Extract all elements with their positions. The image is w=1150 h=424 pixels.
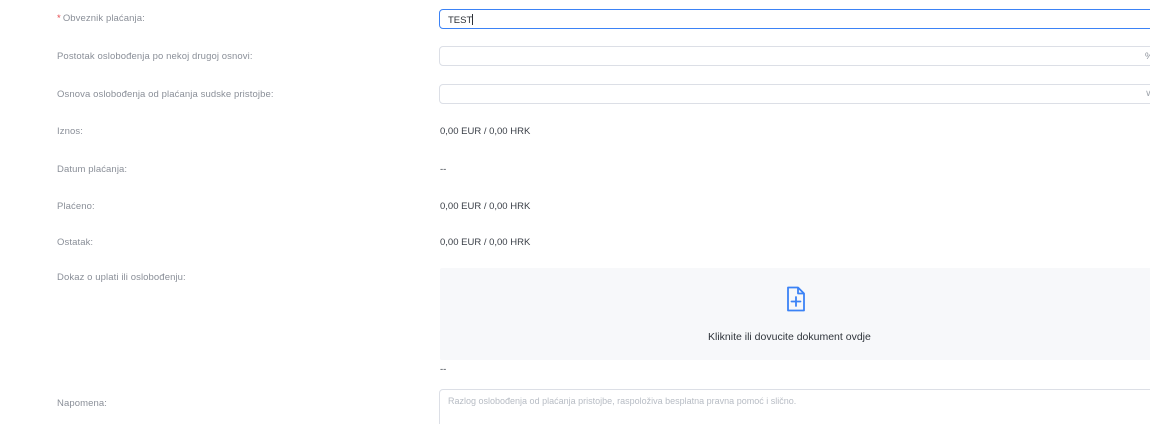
text-caret (472, 14, 474, 25)
paid-label: Plaćeno: (57, 201, 95, 212)
chevron-down-icon: ∨ (1145, 88, 1150, 98)
payment-date-value: -- (440, 164, 447, 175)
exemption-basis-select[interactable]: ∨ (439, 84, 1150, 104)
percent-suffix: % (1145, 51, 1150, 62)
file-add-icon (787, 286, 805, 312)
payer-label-text: Obveznik plaćanja: (62, 13, 145, 24)
paid-value: 0,00 EUR / 0,00 HRK (440, 201, 531, 212)
payment-form: * Obveznik plaćanja: TEST Postotak oslobo… (0, 0, 1150, 424)
required-mark: * (57, 13, 61, 24)
proof-label: Dokaz o uplati ili oslobođenju: (57, 272, 186, 283)
payer-input-value: TEST (448, 15, 473, 26)
amount-value: 0,00 EUR / 0,00 HRK (440, 126, 531, 137)
payer-label: * Obveznik plaćanja: (57, 13, 145, 24)
note-placeholder: Razlog oslobođenja od plaćanja pristojbe… (448, 396, 797, 406)
dropzone-text: Kliknite ili dovucite dokument ovdje (708, 331, 871, 343)
remaining-label: Ostatak: (57, 237, 94, 248)
remaining-value: 0,00 EUR / 0,00 HRK (440, 237, 531, 248)
payer-input-value-wrap: TEST (448, 14, 474, 26)
exemption-percent-label: Postotak oslobođenja po nekoj drugoj osn… (57, 51, 253, 62)
note-label: Napomena: (57, 398, 108, 409)
payer-input[interactable]: TEST (439, 9, 1150, 29)
exemption-basis-label: Osnova oslobođenja od plaćanja sudske pr… (57, 89, 274, 100)
exemption-percent-input[interactable]: % (439, 46, 1150, 66)
payment-date-label: Datum plaćanja: (57, 164, 128, 175)
file-dropzone[interactable]: Kliknite ili dovucite dokument ovdje (440, 268, 1150, 360)
note-textarea[interactable]: Razlog oslobođenja od plaćanja pristojbe… (439, 389, 1150, 424)
amount-label: Iznos: (57, 126, 83, 137)
proof-files-value: -- (440, 364, 447, 375)
